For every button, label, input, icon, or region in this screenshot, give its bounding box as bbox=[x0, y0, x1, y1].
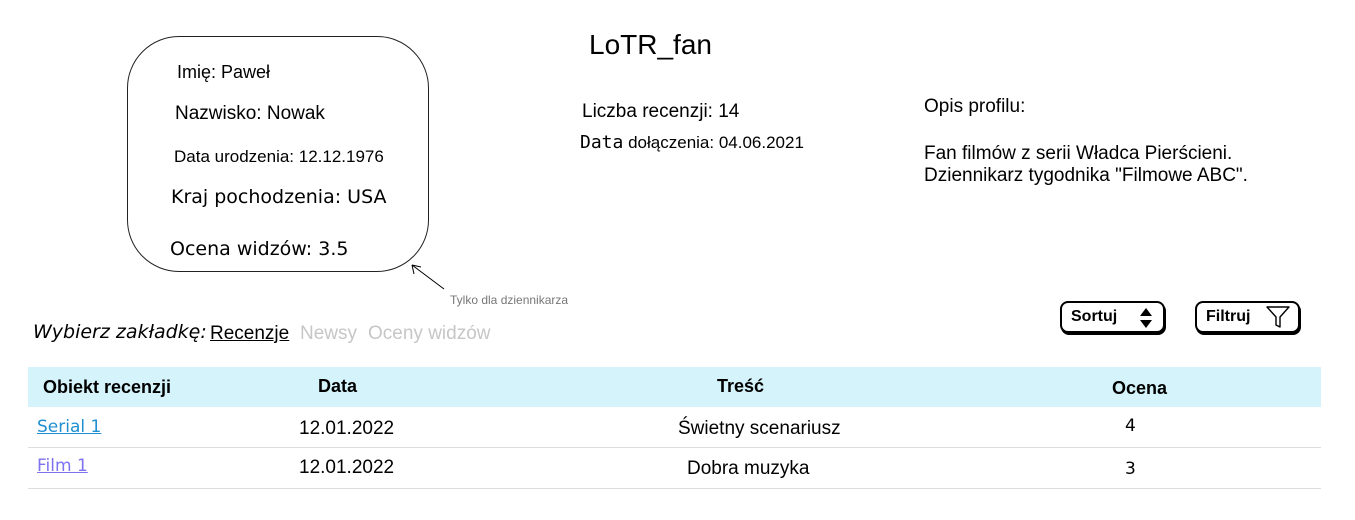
review-content: Dobra muzyka bbox=[687, 458, 810, 479]
review-content: Świetny scenariusz bbox=[678, 418, 841, 439]
journalist-only-note: Tylko dla dziennikarza bbox=[450, 293, 569, 307]
tabs-prompt: Wybierz zakładkę: bbox=[33, 321, 207, 343]
filter-button-label: Filtruj bbox=[1206, 308, 1251, 325]
country: Kraj pochodzenia: USA bbox=[171, 186, 387, 208]
header-date: Data bbox=[318, 376, 358, 396]
profile-description-label: Opis profilu: bbox=[924, 96, 1026, 117]
filter-button[interactable]: Filtruj bbox=[1195, 301, 1300, 333]
tab-viewer-ratings[interactable]: Oceny widzów bbox=[368, 323, 491, 345]
table-header: Obiekt recenzji Data Treść Ocena bbox=[28, 367, 1321, 407]
review-date: 12.01.2022 bbox=[299, 418, 395, 439]
header-object: Obiekt recenzji bbox=[43, 377, 172, 397]
review-date: 12.01.2022 bbox=[299, 457, 395, 478]
tab-news[interactable]: Newsy bbox=[300, 323, 357, 345]
join-date: Data dołączenia: 04.06.2021 bbox=[580, 132, 804, 153]
annotation-arrow-icon bbox=[411, 264, 445, 290]
reviews-table: Obiekt recenzji Data Treść Ocena Serial … bbox=[28, 367, 1321, 489]
profile-description-text: Fan filmów z serii Władca Pierścieni. Dz… bbox=[924, 143, 1248, 186]
review-object-link[interactable]: Film 1 bbox=[37, 456, 88, 476]
review-object-link[interactable]: Serial 1 bbox=[37, 417, 101, 437]
review-rating: 4 bbox=[1125, 416, 1136, 436]
tab-reviews[interactable]: Recenzje bbox=[210, 323, 289, 345]
sort-updown-icon bbox=[1140, 308, 1152, 328]
username: LoTR_fan bbox=[589, 29, 712, 60]
birth-date: Data urodzenia: 12.12.1976 bbox=[174, 147, 384, 166]
funnel-icon bbox=[1266, 306, 1290, 328]
first-name: Imię: Paweł bbox=[177, 62, 271, 82]
last-name: Nazwisko: Nowak bbox=[175, 103, 325, 124]
sort-button-label: Sortuj bbox=[1071, 308, 1118, 325]
review-rating: 3 bbox=[1125, 459, 1136, 479]
reviews-count: Liczba recenzji: 14 bbox=[582, 101, 740, 122]
header-content: Treść bbox=[717, 376, 765, 396]
table-row: Serial 1 12.01.2022 Świetny scenariusz 4 bbox=[28, 407, 1321, 448]
sort-button[interactable]: Sortuj bbox=[1060, 301, 1165, 333]
join-date-label: Data bbox=[580, 132, 624, 153]
header-rating: Ocena bbox=[1112, 378, 1168, 398]
table-row: Film 1 12.01.2022 Dobra muzyka 3 bbox=[28, 448, 1321, 489]
join-date-value: dołączenia: 04.06.2021 bbox=[628, 133, 804, 152]
viewer-rating: Ocena widzów: 3.5 bbox=[170, 238, 349, 260]
